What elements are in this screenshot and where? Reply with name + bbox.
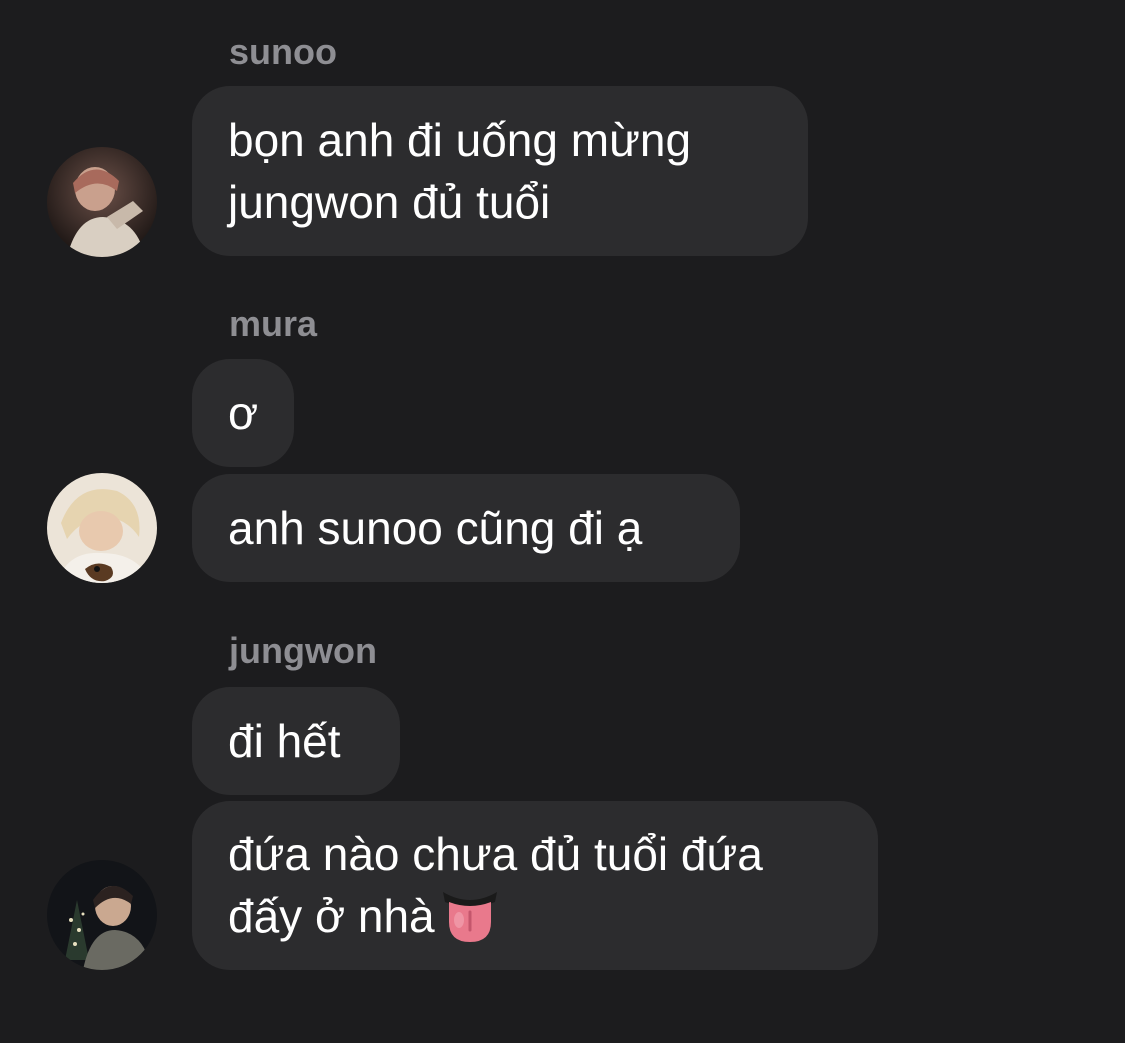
message-bubble[interactable]: đi hết: [192, 687, 400, 795]
message-text: bọn anh đi uống mừng jungwon đủ tuổi: [228, 114, 692, 228]
sender-name-jungwon: jungwon: [229, 630, 377, 671]
mura-avatar[interactable]: [47, 473, 157, 583]
sunoo-avatar[interactable]: [47, 147, 157, 257]
sender-name-mura: mura: [229, 303, 318, 344]
message-bubble[interactable]: bọn anh đi uống mừng jungwon đủ tuổi: [192, 86, 808, 256]
jungwon-avatar[interactable]: [47, 860, 157, 970]
avatar-image: [47, 147, 157, 257]
message-text: ơ: [228, 387, 259, 439]
tongue-emoji-icon: [441, 886, 499, 944]
message-text: anh sunoo cũng đi ạ: [228, 502, 643, 554]
avatar-image: [47, 473, 157, 583]
avatar-image: [47, 860, 157, 970]
message-text: đi hết: [228, 715, 341, 767]
message-bubble[interactable]: anh sunoo cũng đi ạ: [192, 474, 740, 582]
message-bubble[interactable]: đứa nào chưa đủ tuổi đứa đấy ở nhà: [192, 801, 878, 970]
sender-name-sunoo: sunoo: [229, 31, 337, 72]
message-text-with-emoji: đứa nào chưa đủ tuổi đứa đấy ở nhà: [228, 823, 763, 949]
message-bubble[interactable]: ơ: [192, 359, 294, 467]
